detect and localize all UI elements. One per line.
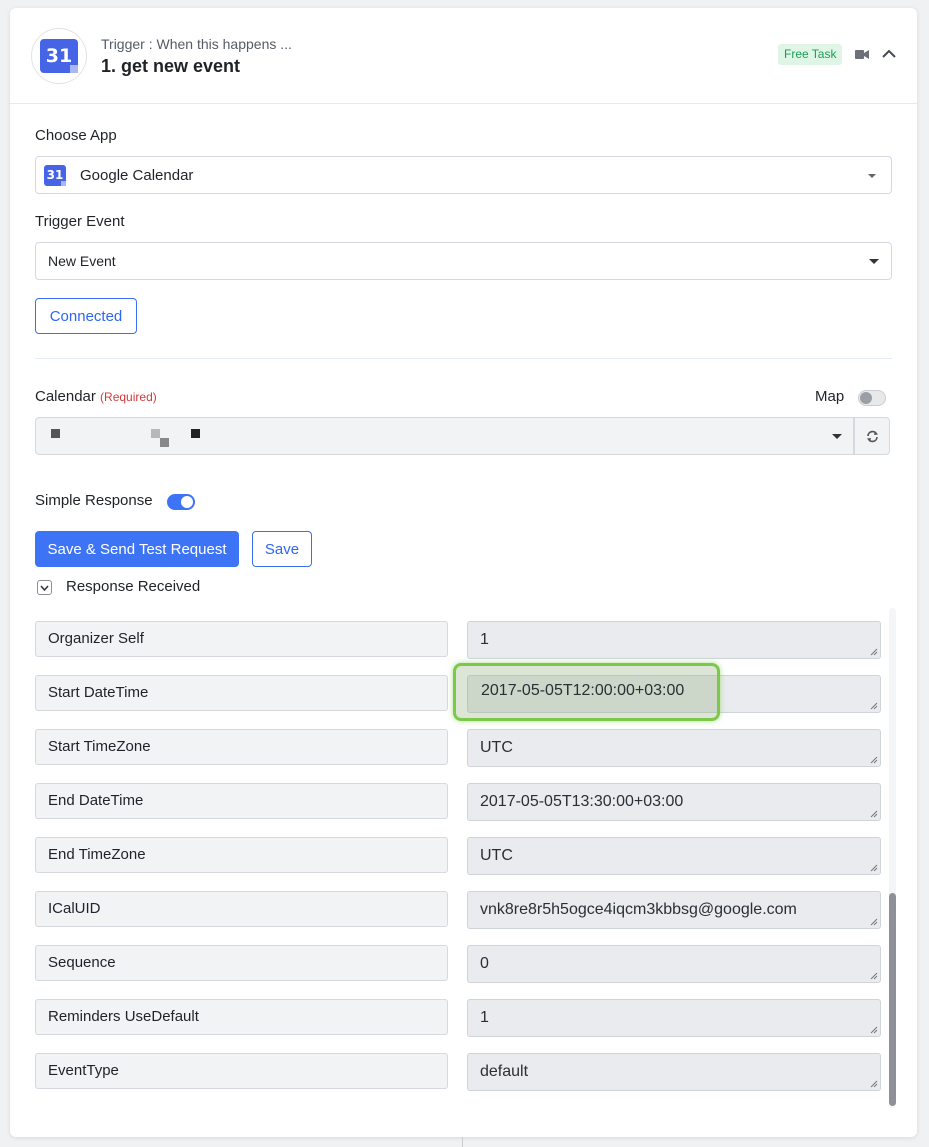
resize-grip-icon[interactable] — [870, 1026, 878, 1034]
chevron-up-icon[interactable] — [882, 48, 896, 60]
response-row: Sequence 0 — [35, 945, 881, 983]
response-key: Reminders UseDefault — [35, 999, 448, 1035]
response-value-text: 2017-05-05T13:30:00+03:00 — [480, 793, 684, 810]
connected-button[interactable]: Connected — [35, 298, 137, 334]
calendar-label: Calendar (Required) — [35, 388, 157, 405]
response-received-label: Response Received — [66, 578, 201, 595]
free-task-badge: Free Task — [778, 44, 843, 65]
save-button[interactable]: Save — [252, 531, 312, 567]
redacted-block — [51, 429, 60, 438]
redacted-block — [160, 438, 169, 447]
resize-grip-icon[interactable] — [870, 648, 878, 656]
map-label: Map — [815, 388, 845, 405]
trigger-event-value: New Event — [48, 253, 116, 269]
refresh-button[interactable] — [854, 417, 890, 455]
choose-app-label: Choose App — [35, 127, 117, 144]
trigger-card: 31 Trigger : When this happens ... 1. ge… — [10, 8, 917, 1137]
step-title[interactable]: 1. get new event — [101, 56, 240, 77]
response-value-text: default — [480, 1063, 529, 1080]
video-camera-icon[interactable] — [855, 49, 869, 60]
trigger-event-select[interactable]: New Event — [35, 242, 892, 280]
dropdown-caret-icon — [869, 259, 879, 264]
scrollbar-thumb[interactable] — [889, 893, 896, 1106]
response-value[interactable]: 1 — [467, 999, 881, 1037]
response-row: Start TimeZone UTC — [35, 729, 881, 767]
response-value[interactable]: vnk8re8r5h5ogce4iqcm3kbbsg@google.com — [467, 891, 881, 929]
response-key: Start TimeZone — [35, 729, 448, 765]
highlighted-value: 2017-05-05T12:00:00+03:00 — [481, 682, 685, 699]
app-value: Google Calendar — [80, 167, 194, 184]
calendar-label-text: Calendar — [35, 388, 96, 405]
response-key: End TimeZone — [35, 837, 448, 873]
resize-grip-icon[interactable] — [870, 864, 878, 872]
response-value-text: UTC — [480, 739, 513, 756]
app-logo: 31 — [31, 28, 87, 84]
response-value-text: 1 — [480, 631, 489, 648]
response-key: Organizer Self — [35, 621, 448, 657]
resize-grip-icon[interactable] — [870, 756, 878, 764]
response-value[interactable]: 0 — [467, 945, 881, 983]
calendar-select[interactable] — [35, 417, 854, 455]
choose-app-select[interactable]: 31 Google Calendar — [35, 156, 892, 194]
response-row: EventType default — [35, 1053, 881, 1091]
response-value[interactable]: 2017-05-05T13:30:00+03:00 — [467, 783, 881, 821]
trigger-event-label: Trigger Event — [35, 213, 125, 230]
response-value[interactable]: UTC — [467, 729, 881, 767]
response-row: End TimeZone UTC — [35, 837, 881, 875]
trigger-header[interactable]: 31 Trigger : When this happens ... 1. ge… — [10, 8, 917, 104]
save-send-test-button[interactable]: Save & Send Test Request — [35, 531, 239, 567]
dropdown-caret-icon — [832, 434, 842, 439]
resize-grip-icon[interactable] — [870, 702, 878, 710]
response-value-text: UTC — [480, 847, 513, 864]
response-key: ICalUID — [35, 891, 448, 927]
response-value[interactable]: UTC — [467, 837, 881, 875]
response-value[interactable]: default — [467, 1053, 881, 1091]
response-received-checkbox[interactable] — [37, 580, 52, 595]
response-value-text: vnk8re8r5h5ogce4iqcm3kbbsg@google.com — [480, 901, 797, 918]
redacted-block — [151, 429, 160, 438]
required-tag: (Required) — [100, 390, 157, 404]
map-toggle[interactable] — [858, 390, 886, 406]
refresh-icon — [866, 430, 878, 442]
toggle-knob — [860, 392, 872, 404]
response-row: Organizer Self 1 — [35, 621, 881, 659]
response-key: Start DateTime — [35, 675, 448, 711]
resize-grip-icon[interactable] — [870, 918, 878, 926]
highlighted-start-datetime: 2017-05-05T12:00:00+03:00 — [453, 663, 720, 721]
response-key: Sequence — [35, 945, 448, 981]
connector-line — [462, 1137, 463, 1147]
trigger-label: Trigger : When this happens ... — [101, 36, 292, 52]
response-row: ICalUID vnk8re8r5h5ogce4iqcm3kbbsg@googl… — [35, 891, 881, 929]
simple-response-label: Simple Response — [35, 492, 153, 509]
section-divider — [35, 358, 892, 359]
dropdown-caret-icon — [868, 174, 876, 178]
resize-grip-icon[interactable] — [870, 1080, 878, 1088]
response-key: EventType — [35, 1053, 448, 1089]
response-row: End DateTime 2017-05-05T13:30:00+03:00 — [35, 783, 881, 821]
google-calendar-icon: 31 — [40, 39, 78, 73]
response-row: Reminders UseDefault 1 — [35, 999, 881, 1037]
resize-grip-icon[interactable] — [870, 810, 878, 818]
response-value-text: 0 — [480, 955, 489, 972]
google-calendar-icon: 31 — [44, 165, 66, 186]
toggle-knob — [181, 496, 193, 508]
response-value-text: 1 — [480, 1009, 489, 1026]
redacted-block — [191, 429, 200, 438]
chevron-down-icon — [40, 585, 49, 591]
resize-grip-icon[interactable] — [870, 972, 878, 980]
simple-response-toggle[interactable] — [167, 494, 195, 510]
response-value[interactable]: 1 — [467, 621, 881, 659]
response-key: End DateTime — [35, 783, 448, 819]
